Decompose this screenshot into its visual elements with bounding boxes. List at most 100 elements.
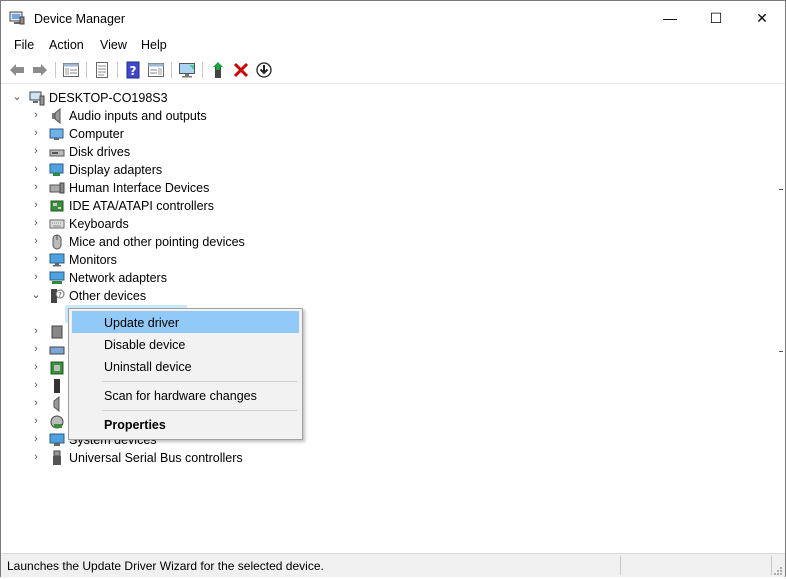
tree-item-audio[interactable]: › Audio inputs and outputs — [1, 107, 785, 125]
menu-item-label: Update driver — [104, 316, 180, 330]
tree-item-hid[interactable]: › Human Interface Devices — [1, 179, 785, 197]
tree-item-display-adapters[interactable]: › Display adapters — [1, 161, 785, 179]
toolbar-separator — [117, 62, 118, 78]
speaker-icon — [49, 395, 65, 413]
disable-device-menu-item[interactable]: Disable device — [72, 333, 299, 355]
tree-item-keyboards[interactable]: › Keyboards — [1, 215, 785, 233]
tree-root[interactable]: ⌄ DESKTOP-CO198S3 — [1, 89, 785, 107]
tree-item-label: Universal Serial Bus controllers — [69, 451, 243, 465]
ide-controller-icon — [49, 198, 65, 214]
toolbar-separator — [86, 62, 87, 78]
device-manager-app-icon — [9, 11, 25, 25]
tree-item-disk-drives[interactable]: › Disk drives — [1, 143, 785, 161]
download-icon[interactable] — [255, 61, 273, 79]
tree-item-label: Keyboards — [69, 217, 129, 231]
tree-item-label: IDE ATA/ATAPI controllers — [69, 199, 214, 213]
menu-view[interactable]: View — [100, 38, 127, 52]
toolbar-separator — [202, 62, 203, 78]
tree-item-mice[interactable]: › Mice and other pointing devices — [1, 233, 785, 251]
tree-item-label: Mice and other pointing devices — [69, 235, 245, 249]
expand-chevron-icon[interactable]: › — [31, 344, 41, 355]
menu-item-label: Scan for hardware changes — [104, 389, 257, 403]
tree-root-label: DESKTOP-CO198S3 — [49, 91, 168, 105]
uninstall-device-menu-item[interactable]: Uninstall device — [72, 355, 299, 377]
resize-grip-icon[interactable] — [773, 565, 783, 575]
uninstall-icon[interactable] — [232, 61, 250, 79]
tree-item-label: Monitors — [69, 253, 117, 267]
back-arrow-icon[interactable] — [8, 61, 26, 79]
speaker-icon — [49, 107, 65, 125]
device-manager-window: Device Manager — ☐ ✕ File Action View He… — [0, 0, 786, 577]
properties-menu-item[interactable]: Properties — [72, 413, 299, 435]
scan-hardware-changes-menu-item[interactable]: Scan for hardware changes — [72, 384, 299, 406]
expand-chevron-icon[interactable]: › — [31, 272, 41, 283]
tree-item-label: Other devices — [69, 289, 147, 303]
device-icon — [49, 378, 65, 394]
menu-file[interactable]: File — [14, 38, 34, 52]
device-icon — [49, 360, 65, 376]
expand-chevron-icon[interactable]: › — [31, 182, 41, 193]
status-bar: Launches the Update Driver Wizard for th… — [1, 553, 785, 577]
expand-chevron-icon[interactable]: › — [31, 236, 41, 247]
expand-chevron-icon[interactable]: › — [31, 398, 41, 409]
expand-chevron-icon[interactable]: › — [31, 416, 41, 427]
context-menu: Update driver Disable device Uninstall d… — [68, 308, 303, 440]
tree-item-other-devices[interactable]: ⌄ ? Other devices — [1, 287, 785, 305]
expand-chevron-icon[interactable]: › — [31, 128, 41, 139]
action-pane-icon[interactable] — [147, 61, 165, 79]
forward-arrow-icon[interactable] — [31, 61, 49, 79]
tree-item-usb[interactable]: › Universal Serial Bus controllers — [1, 449, 785, 467]
tree-item-monitors[interactable]: › Monitors — [1, 251, 785, 269]
show-hide-console-tree-icon[interactable] — [62, 61, 80, 79]
computer-icon — [49, 126, 65, 142]
update-driver-icon[interactable] — [209, 61, 227, 79]
keyboard-icon — [49, 216, 65, 232]
expand-chevron-icon[interactable]: › — [31, 452, 41, 463]
network-adapter-icon — [49, 270, 65, 286]
expand-chevron-icon[interactable]: › — [31, 164, 41, 175]
scroll-indicator — [779, 351, 783, 352]
collapse-icon[interactable]: ⌄ — [31, 290, 41, 301]
expand-chevron-icon[interactable]: › — [31, 254, 41, 265]
disk-drive-icon — [49, 144, 65, 160]
unknown-device-icon: ? — [49, 288, 65, 304]
help-icon[interactable]: ? — [124, 61, 142, 79]
expand-chevron-icon[interactable]: › — [31, 326, 41, 337]
expand-chevron-icon[interactable]: › — [31, 200, 41, 211]
expand-chevron-icon[interactable]: › — [31, 362, 41, 373]
menu-action[interactable]: Action — [49, 38, 84, 52]
tree-item-label: Display adapters — [69, 163, 163, 177]
menu-item-label: Disable device — [104, 338, 186, 352]
hid-icon — [49, 180, 65, 196]
status-panel-divider — [771, 556, 772, 575]
expand-chevron-icon[interactable]: › — [31, 434, 41, 445]
expand-chevron-icon[interactable]: › — [31, 380, 41, 391]
menu-help[interactable]: Help — [141, 38, 167, 52]
properties-icon[interactable] — [93, 61, 111, 79]
tree-item-label: Human Interface Devices — [69, 181, 210, 195]
computer-icon — [29, 90, 45, 106]
tree-item-label: Disk drives — [69, 145, 131, 159]
close-button[interactable]: ✕ — [739, 1, 785, 35]
tree-item-computer[interactable]: › Computer — [1, 125, 785, 143]
tree-item-label: Audio inputs and outputs — [69, 109, 207, 123]
minimize-button[interactable]: — — [647, 1, 693, 35]
toolbar: ? — [1, 57, 785, 84]
expand-chevron-icon[interactable]: › — [31, 218, 41, 229]
svg-text:?: ? — [130, 64, 137, 78]
tree-item-network-adapters[interactable]: › Network adapters — [1, 269, 785, 287]
toolbar-separator — [171, 62, 172, 78]
menu-separator — [102, 410, 297, 411]
title-bar[interactable]: Device Manager — ☐ ✕ — [1, 1, 785, 35]
update-driver-menu-item[interactable]: Update driver — [72, 311, 299, 333]
collapse-icon[interactable]: ⌄ — [12, 92, 22, 103]
tree-item-ide-controllers[interactable]: › IDE ATA/ATAPI controllers — [1, 197, 785, 215]
menu-item-label: Properties — [104, 418, 166, 432]
maximize-button[interactable]: ☐ — [693, 1, 739, 35]
monitor-icon[interactable] — [178, 61, 196, 79]
expand-chevron-icon[interactable]: › — [31, 110, 41, 121]
system-devices-icon — [49, 432, 65, 448]
device-icon — [49, 414, 65, 430]
device-icon — [49, 342, 65, 358]
expand-chevron-icon[interactable]: › — [31, 146, 41, 157]
